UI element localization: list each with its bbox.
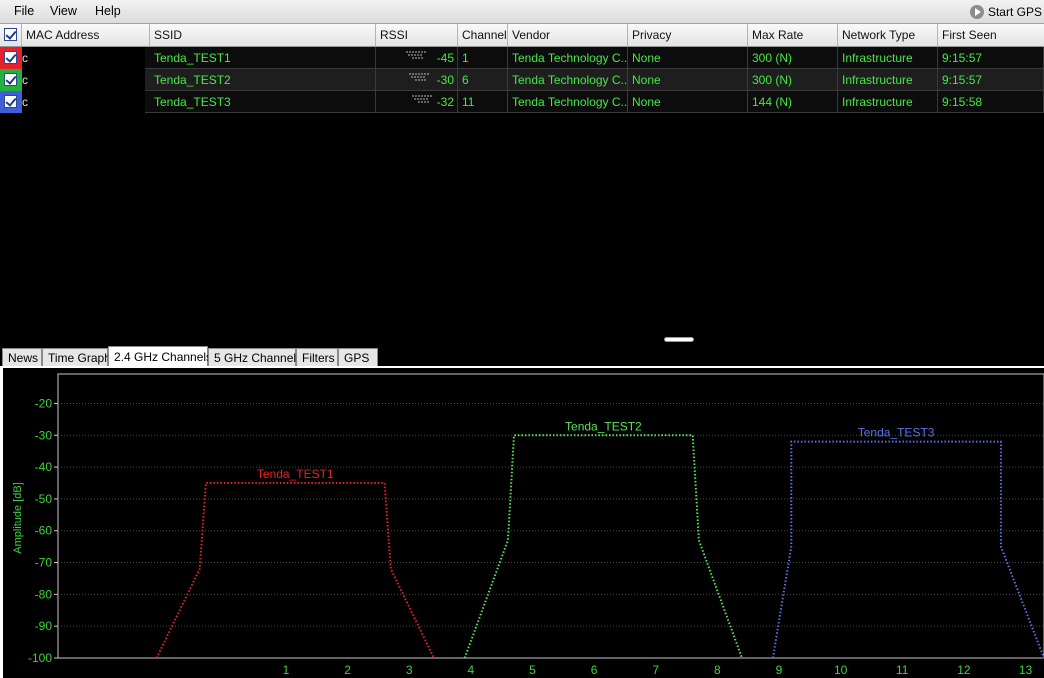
- row-checkbox[interactable]: [4, 73, 17, 86]
- menu-view[interactable]: View: [50, 4, 77, 18]
- select-all-checkbox[interactable]: [4, 28, 17, 41]
- cell-vendor: Tenda Technology C...: [508, 47, 628, 69]
- cell-ssid: Tenda_TEST3: [150, 91, 376, 113]
- y-tick-label: -30: [35, 428, 53, 442]
- cell-network-type: Infrastructure: [838, 91, 938, 113]
- cell-first-seen: 9:15:57: [938, 69, 1044, 91]
- y-tick-label: -90: [35, 619, 53, 633]
- x-tick-label: 12: [957, 663, 971, 677]
- x-tick-label: 7: [652, 663, 659, 677]
- cell-mac: c: [22, 51, 28, 65]
- tab-gps[interactable]: GPS: [338, 348, 378, 366]
- x-tick-label: 10: [834, 663, 848, 677]
- series-label: Tenda_TEST2: [565, 419, 642, 433]
- pane-splitter[interactable]: [664, 337, 694, 342]
- table-row[interactable]: c Tenda_TEST3 -32 11 Tenda Technology C... No…: [0, 91, 1044, 113]
- menu-file[interactable]: File: [14, 4, 34, 18]
- series-label: Tenda_TEST1: [257, 467, 334, 481]
- column-header-mac[interactable]: MAC Address: [22, 24, 150, 46]
- cell-ssid: Tenda_TEST1: [150, 47, 376, 69]
- cell-rssi: -45: [376, 47, 458, 69]
- plot-area: [57, 373, 1044, 659]
- tab-5-ghz-channels[interactable]: 5 GHz Channels: [208, 348, 302, 366]
- column-header-first-seen[interactable]: First Seen: [938, 24, 1044, 46]
- cell-network-type: Infrastructure: [838, 69, 938, 91]
- table-header: MAC Address SSID RSSI Channel Vendor Pri…: [0, 24, 1044, 47]
- y-tick-label: -60: [35, 524, 53, 538]
- x-tick-label: 13: [1019, 663, 1033, 677]
- rssi-sparkline: [412, 95, 432, 103]
- row-checkbox[interactable]: [4, 51, 17, 64]
- row-color-swatch: [0, 91, 22, 113]
- cell-rssi: -30: [376, 69, 458, 91]
- cell-vendor: Tenda Technology C...: [508, 69, 628, 91]
- y-tick-label: -40: [35, 460, 53, 474]
- cell-privacy: None: [628, 47, 748, 69]
- column-header-max-rate[interactable]: Max Rate: [748, 24, 838, 46]
- rssi-sparkline: [406, 51, 426, 59]
- cell-max-rate: 300 (N): [748, 47, 838, 69]
- cell-privacy: None: [628, 91, 748, 113]
- start-gps-label: Start GPS: [987, 4, 1042, 19]
- column-header-rssi[interactable]: RSSI: [376, 24, 458, 46]
- column-header-privacy[interactable]: Privacy: [628, 24, 748, 46]
- y-axis-label: Amplitude [dB]: [12, 482, 24, 554]
- tab-bar: News Time Graph 2.4 GHz Channels 5 GHz Chan…: [0, 346, 1044, 366]
- play-icon: [969, 4, 984, 19]
- cell-rssi: -32: [376, 91, 458, 113]
- x-tick-label: 5: [529, 663, 536, 677]
- series-label: Tenda_TEST3: [858, 426, 935, 440]
- tab-news[interactable]: News: [2, 348, 42, 366]
- y-tick-label: -100: [28, 651, 52, 665]
- column-header-ssid[interactable]: SSID: [150, 24, 376, 46]
- tab-filters[interactable]: Filters: [296, 348, 338, 366]
- channel-graph: -20-30-40-50-60-70-80-90-1001 2 3 4 5 6 7 8 9 10 1…: [3, 368, 1044, 678]
- tab-time-graph[interactable]: Time Graph: [42, 348, 111, 366]
- x-tick-label: 9: [776, 663, 783, 677]
- cell-channel: 6: [458, 69, 508, 91]
- table-row[interactable]: c Tenda_TEST1 -45 1 Tenda Technology C... Non…: [0, 47, 1044, 69]
- cell-max-rate: 300 (N): [748, 69, 838, 91]
- y-tick-label: -80: [35, 587, 53, 601]
- tab-2-4-ghz-channels[interactable]: 2.4 GHz Channels: [108, 346, 212, 366]
- cell-mac: c: [22, 95, 28, 109]
- cell-channel: 11: [458, 91, 508, 113]
- table-row[interactable]: c Tenda_TEST2 -30 6 Tenda Technology C... Non…: [0, 69, 1044, 91]
- cell-first-seen: 9:15:58: [938, 91, 1044, 113]
- x-tick-label: 11: [896, 663, 909, 677]
- menu-help[interactable]: Help: [95, 4, 121, 18]
- menu-bar: File View Help Start GPS: [0, 0, 1044, 24]
- cell-vendor: Tenda Technology C...: [508, 91, 628, 113]
- x-tick-label: 1: [283, 663, 290, 677]
- rssi-sparkline: [409, 73, 429, 81]
- row-checkbox[interactable]: [4, 95, 17, 108]
- cell-channel: 1: [458, 47, 508, 69]
- y-tick-label: -50: [35, 492, 53, 506]
- column-header-vendor[interactable]: Vendor: [508, 24, 628, 46]
- cell-ssid: Tenda_TEST2: [150, 69, 376, 91]
- x-tick-label: 3: [406, 663, 413, 677]
- start-gps-button[interactable]: Start GPS: [969, 2, 1042, 21]
- row-color-swatch: [0, 69, 22, 91]
- x-tick-label: 6: [591, 663, 598, 677]
- x-tick-label: 8: [714, 663, 721, 677]
- cell-max-rate: 144 (N): [748, 91, 838, 113]
- select-all-header[interactable]: [0, 24, 22, 46]
- cell-privacy: None: [628, 69, 748, 91]
- cell-mac: c: [22, 73, 28, 87]
- x-tick-label: 2: [344, 663, 351, 677]
- column-header-channel[interactable]: Channel: [458, 24, 508, 46]
- x-tick-label: 4: [468, 663, 475, 677]
- y-tick-label: -20: [35, 396, 53, 410]
- cell-first-seen: 9:15:57: [938, 47, 1044, 69]
- channel-graph-panel: -20 -30 -40 -50 -60 -70 -80 -90 -100 1 2 3 4 5 6 7 8 9 10 1…: [0, 366, 1044, 678]
- column-header-network-type[interactable]: Network Type: [838, 24, 938, 46]
- cell-network-type: Infrastructure: [838, 47, 938, 69]
- y-tick-label: -70: [35, 556, 53, 570]
- row-color-swatch: [0, 47, 22, 69]
